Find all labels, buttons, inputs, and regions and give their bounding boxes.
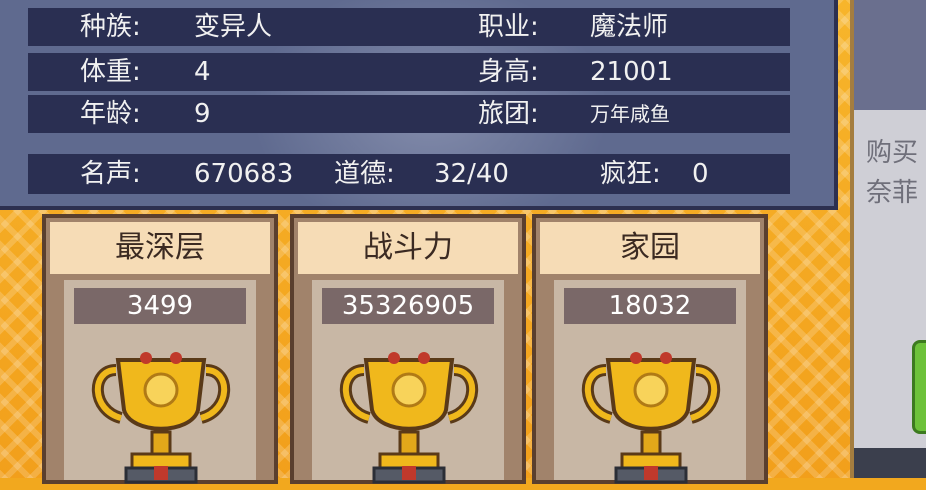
trophy-card-homestead[interactable]: 家园 18032	[532, 214, 768, 484]
weight-label: 体重:	[80, 57, 141, 87]
trophy-card-value: 3499	[74, 288, 246, 324]
side-shop-panel: 购买 奈菲	[850, 0, 926, 478]
class-value: 魔法师	[590, 12, 669, 42]
morality-value: 32/40	[434, 159, 509, 189]
character-info-panel: 种族: 变异人 职业: 魔法师 体重: 4 身高: 21001 年龄: 9 旅团…	[0, 0, 838, 210]
trophy-card-title: 最深层	[50, 222, 270, 274]
height-label: 身高:	[478, 57, 539, 87]
trophy-card-body: 18032	[554, 280, 746, 484]
trophy-card-title: 战斗力	[298, 222, 518, 274]
trophy-card-title: 家园	[540, 222, 760, 274]
side-panel-text-1: 购买	[866, 138, 919, 168]
info-row-race-class: 种族: 变异人 职业: 魔法师	[28, 8, 790, 46]
fame-label: 名声:	[80, 159, 141, 189]
race-value: 变异人	[194, 12, 273, 42]
trophy-icon	[581, 352, 721, 484]
info-row-age-guild: 年龄: 9 旅团: 万年咸鱼	[28, 95, 790, 133]
side-panel-green-button[interactable]	[912, 340, 926, 434]
class-label: 职业:	[478, 12, 539, 42]
weight-value: 4	[194, 57, 211, 87]
morality-label: 道德:	[334, 159, 395, 189]
height-value: 21001	[590, 57, 673, 87]
side-panel-footer	[854, 448, 926, 478]
trophy-card-body: 35326905	[312, 280, 504, 484]
trophy-card-deepest-floor[interactable]: 最深层 3499	[42, 214, 278, 484]
side-panel-header	[854, 0, 926, 110]
info-row-fame-morality-madness: 名声: 670683 道德: 32/40 疯狂: 0	[28, 154, 790, 194]
madness-label: 疯狂:	[600, 159, 661, 189]
guild-label: 旅团:	[478, 99, 539, 129]
age-value: 9	[194, 99, 211, 129]
trophy-card-value: 18032	[564, 288, 736, 324]
trophy-icon	[91, 352, 231, 484]
guild-value: 万年咸鱼	[590, 102, 670, 126]
fame-value: 670683	[194, 159, 294, 189]
race-label: 种族:	[80, 12, 141, 42]
trophy-card-combat-power[interactable]: 战斗力 35326905	[290, 214, 526, 484]
trophy-card-value: 35326905	[322, 288, 494, 324]
age-label: 年龄:	[80, 99, 141, 129]
info-row-weight-height: 体重: 4 身高: 21001	[28, 53, 790, 91]
trophy-card-body: 3499	[64, 280, 256, 484]
side-panel-text-2: 奈菲	[866, 178, 919, 208]
madness-value: 0	[692, 159, 709, 189]
trophy-icon	[339, 352, 479, 484]
